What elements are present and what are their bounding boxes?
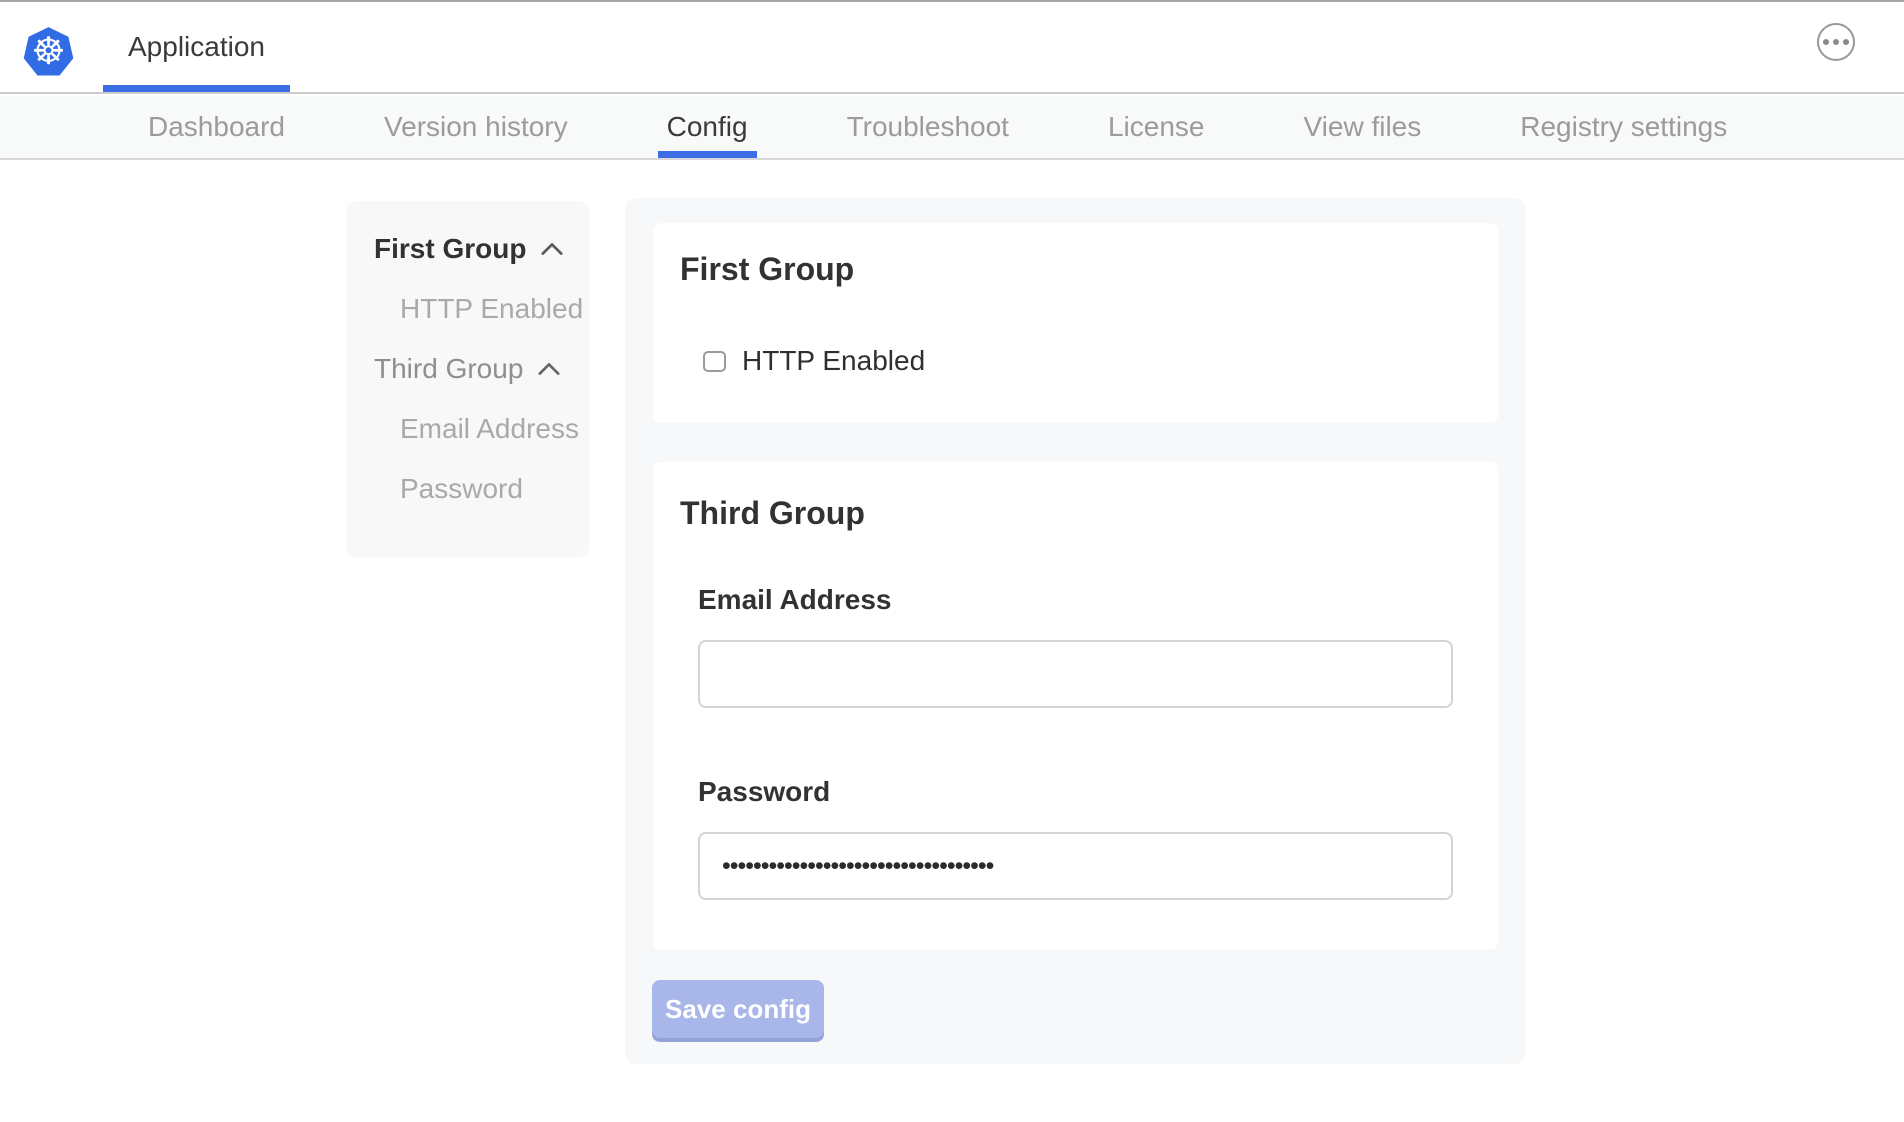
tab-license[interactable]: License (1108, 96, 1205, 158)
config-sidebar: First Group HTTP Enabled Third Group Ema… (346, 201, 589, 557)
password-label: Password (698, 776, 830, 808)
group-title: Third Group (680, 495, 865, 532)
sidebar-item-email-address[interactable]: Email Address (346, 399, 589, 459)
save-config-button[interactable]: Save config (652, 980, 824, 1038)
helm-wheel-icon: ☸ (22, 25, 75, 78)
sidebar-item-password[interactable]: Password (346, 459, 589, 519)
app-tab-label: Application (128, 31, 265, 63)
chevron-up-icon (538, 362, 560, 376)
tab-version-history[interactable]: Version history (384, 96, 568, 158)
email-address-label: Email Address (698, 584, 891, 616)
tab-config[interactable]: Config (658, 96, 757, 158)
http-enabled-row: HTTP Enabled (703, 345, 925, 377)
password-input[interactable] (698, 832, 1453, 900)
http-enabled-checkbox[interactable] (703, 351, 726, 372)
config-group-card-first: First Group HTTP Enabled (653, 223, 1498, 423)
app-header: ☸ Application (0, 2, 1904, 94)
sidebar-item-label: HTTP Enabled (400, 293, 583, 325)
config-panel: First Group HTTP Enabled Third Group Ema… (625, 198, 1525, 1064)
sidebar-item-label: Password (400, 473, 523, 505)
tab-application[interactable]: Application (103, 2, 290, 92)
sidebar-item-label: Email Address (400, 413, 579, 445)
sidebar-group-first-group[interactable]: First Group (346, 219, 589, 279)
sidebar-item-http-enabled[interactable]: HTTP Enabled (346, 279, 589, 339)
ellipsis-icon (1823, 39, 1829, 45)
app-subnav: Dashboard Version history Config Trouble… (0, 96, 1904, 160)
overflow-menu-button[interactable] (1817, 23, 1855, 61)
tab-registry-settings[interactable]: Registry settings (1520, 96, 1727, 158)
http-enabled-label[interactable]: HTTP Enabled (742, 345, 925, 377)
chevron-up-icon (541, 242, 563, 256)
tab-troubleshoot[interactable]: Troubleshoot (847, 96, 1009, 158)
sidebar-group-label: Third Group (374, 353, 523, 385)
email-address-input[interactable] (698, 640, 1453, 708)
sidebar-group-third-group[interactable]: Third Group (346, 339, 589, 399)
tab-view-files[interactable]: View files (1303, 96, 1421, 158)
group-title: First Group (680, 251, 854, 288)
tab-dashboard[interactable]: Dashboard (148, 96, 285, 158)
sidebar-group-label: First Group (374, 233, 526, 265)
kubernetes-logo-icon: ☸ (22, 25, 75, 78)
config-group-card-third: Third Group Email Address Password (653, 462, 1498, 950)
